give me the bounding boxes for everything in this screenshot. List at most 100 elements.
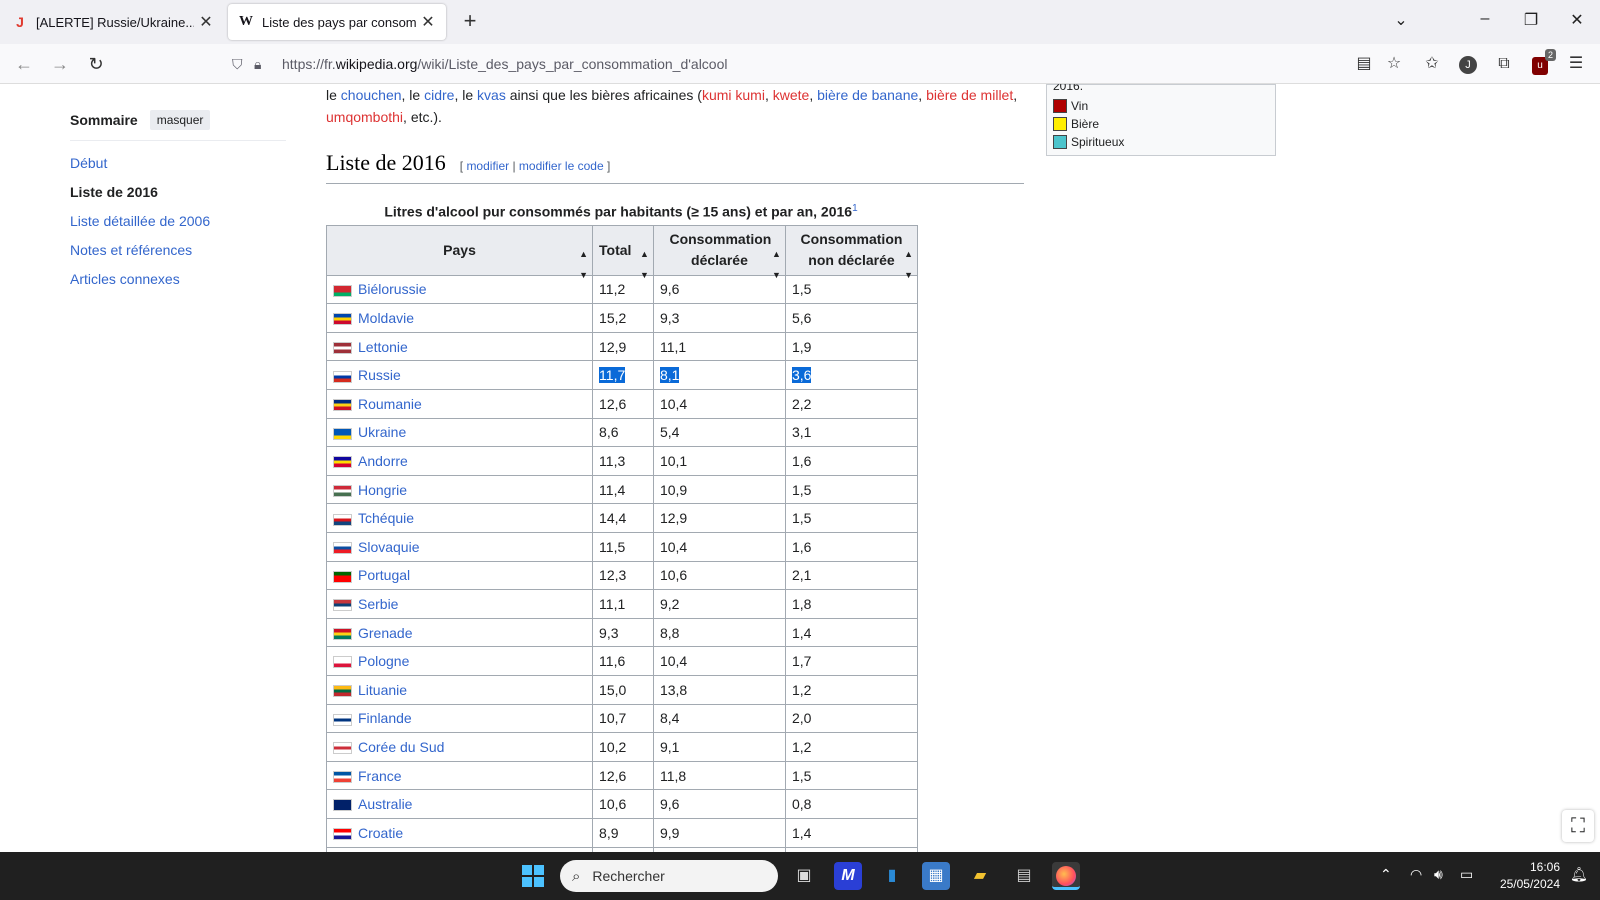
country-link[interactable]: Roumanie [358,396,422,412]
undeclared-cell: 1,6 [784,446,919,476]
country-link[interactable]: Andorre [358,453,408,469]
undeclared-cell: 1,9 [784,331,919,362]
volume-icon[interactable]: 🔊︎ [1434,866,1443,883]
lock-icon[interactable]: 🔒︎ [254,56,278,73]
link-cidre[interactable]: cidre [424,87,454,103]
undeclared-value: 0,8 [791,796,812,813]
country-link[interactable]: Serbie [358,596,398,612]
edit-code-link[interactable]: modifier le code [519,159,604,173]
country-cell: Ukraine [325,417,594,448]
country-link[interactable]: Finlande [358,710,412,726]
tab-wikipedia[interactable]: W Liste des pays par consommatio ✕ [228,4,446,40]
header-declared[interactable]: Consommation déclarée ▲ ▼ [652,224,786,280]
profile-avatar[interactable]: J [1456,52,1480,76]
tab-alerte[interactable]: J [ALERTE] Russie/Ukraine... Suite ✕ [2,4,224,40]
menu-hamburger-icon[interactable]: ☰ [1564,52,1588,76]
edit-link[interactable]: modifier [466,159,509,173]
restore-button[interactable]: ❐ [1516,10,1546,34]
reference-link[interactable]: 1 [852,203,858,214]
country-link[interactable]: Ukraine [358,424,406,440]
clock[interactable]: 16:06 25/05/2024 [1494,859,1560,893]
country-link[interactable]: Moldavie [358,310,414,326]
undeclared-value: 1,6 [791,453,812,470]
app-icon[interactable]: M [834,862,862,890]
header-pays[interactable]: Pays ▲ ▼ [325,224,594,280]
reload-button[interactable]: ↻ [84,52,108,76]
close-icon[interactable]: ✕ [198,12,214,32]
link-kvas[interactable]: kvas [477,87,506,103]
toc-item[interactable]: Liste de 2016 [70,182,286,211]
country-link[interactable]: Australie [358,796,412,812]
country-link[interactable]: Tchéquie [358,510,414,526]
reader-view-icon[interactable]: ▤ [1352,52,1376,76]
bookmarks-icon[interactable]: ✩ [1420,52,1444,76]
taskbar-search[interactable]: ⌕ Rechercher [560,860,778,892]
link-chouchen[interactable]: chouchen [341,87,402,103]
app-icon[interactable]: ▦ [922,862,950,890]
country-link[interactable]: Lettonie [358,339,408,355]
link-kwete[interactable]: kwete [773,87,810,103]
chevron-up-icon[interactable]: ⌃ [1380,866,1392,883]
toc-item[interactable]: Articles connexes [70,269,286,298]
minimize-button[interactable]: – [1470,10,1500,34]
link-biere-de-millet[interactable]: bière de millet [926,87,1013,103]
country-link[interactable]: Slovaquie [358,539,420,555]
country-link[interactable]: Hongrie [358,482,407,498]
app-icon[interactable]: ▮ [878,862,906,890]
extensions-puzzle-icon[interactable]: ⧉ [1492,52,1516,76]
sort-icon[interactable]: ▲ ▼ [640,244,649,286]
sort-icon[interactable]: ▲ ▼ [772,244,781,286]
sort-icon[interactable]: ▲ ▼ [579,244,588,286]
link-kumi-kumi[interactable]: kumi kumi [702,87,765,103]
windows-start-icon[interactable] [522,865,544,887]
window-close-button[interactable]: ✕ [1562,10,1592,34]
ublock-icon[interactable]: u2 [1528,49,1556,76]
url-domain: wikipedia.org [335,56,418,72]
forward-button[interactable]: → [48,52,72,76]
declared-cell: 5,4 [652,417,786,448]
shield-icon[interactable]: ⛉ [232,56,254,73]
country-link[interactable]: Grenade [358,625,412,641]
section-edit-links: [ modifier | modifier le code ] [459,159,611,173]
flag-icon [333,341,352,354]
close-icon[interactable]: ✕ [420,12,436,32]
sort-icon[interactable]: ▲ ▼ [904,244,913,286]
country-link[interactable]: Portugal [358,567,410,583]
undeclared-value: 2,2 [791,395,812,412]
declared-value: 9,1 [659,738,680,755]
total-cell: 11,1 [592,589,654,619]
country-link[interactable]: Lituanie [358,682,407,698]
battery-icon[interactable]: ▭ [1460,866,1473,883]
country-link[interactable]: Croatie [358,825,403,841]
fullscreen-icon[interactable]: ⛶ [1562,810,1594,842]
country-link[interactable]: Biélorussie [358,281,426,297]
url-bar[interactable]: ⛉ 🔒︎ https://fr.wikipedia.org/wiki/Liste… [232,48,1332,80]
toc-item[interactable]: Liste détaillée de 2006 [70,211,286,240]
toc-hide-button[interactable]: masquer [149,110,211,130]
wifi-icon[interactable]: ◠ [1410,866,1422,883]
notification-bell-icon[interactable]: 🔔︎ [1570,866,1588,883]
country-link[interactable]: Corée du Sud [358,739,444,755]
header-total[interactable]: Total ▲ ▼ [592,224,654,280]
declared-value: 9,3 [659,310,680,327]
link-biere-de-banane[interactable]: bière de banane [817,87,918,103]
country-link[interactable]: Russie [358,367,401,383]
firefox-icon[interactable] [1052,862,1080,890]
toc-item[interactable]: Début [70,153,286,182]
new-tab-button[interactable]: + [458,10,482,34]
file-explorer-icon[interactable]: ▰ [966,862,994,890]
link-umqombothi[interactable]: umqombothi [326,109,403,125]
tab-list-chevron-icon[interactable]: ⌄ [1386,10,1416,34]
bookmark-star-icon[interactable]: ☆ [1382,52,1406,76]
task-view-icon[interactable]: ▣ [790,862,818,890]
declared-cell: 9,6 [652,274,786,305]
toc-item[interactable]: Notes et références [70,240,286,269]
app-icon[interactable]: ▤ [1010,862,1038,890]
total-value: 15,0 [599,681,627,698]
back-button[interactable]: ← [12,52,36,76]
undeclared-cell: 2,1 [784,560,919,591]
country-link[interactable]: Pologne [358,653,409,669]
country-link[interactable]: France [358,768,402,784]
header-undeclared[interactable]: Consommation non déclarée ▲ ▼ [784,224,919,280]
flag-icon [333,599,352,612]
